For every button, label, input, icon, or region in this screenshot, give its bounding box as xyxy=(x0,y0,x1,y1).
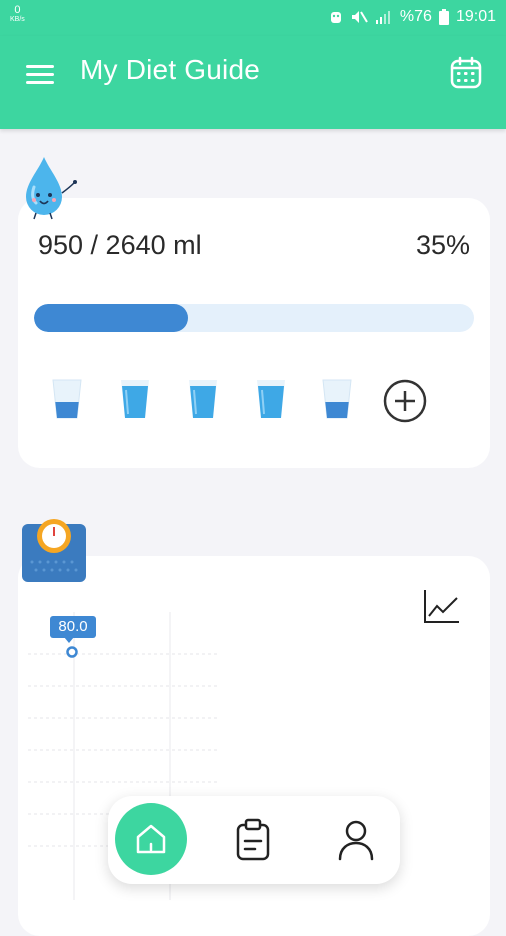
water-glass-3[interactable] xyxy=(186,378,220,420)
network-speed: 0 KB/s xyxy=(10,5,25,25)
water-tracker-card: 950 / 2640 ml 35% xyxy=(18,198,490,468)
app-title: My Diet Guide xyxy=(80,54,260,85)
mute-icon xyxy=(351,11,368,23)
battery-percent: %76 xyxy=(399,8,432,25)
weight-value-label: 80.0 xyxy=(50,616,96,638)
weight-label-pointer xyxy=(64,637,74,643)
line-chart-icon[interactable] xyxy=(423,588,461,624)
notification-icon xyxy=(330,12,341,23)
water-glass-4[interactable] xyxy=(254,378,288,420)
menu-icon[interactable] xyxy=(26,65,54,85)
water-drop-mascot xyxy=(26,157,77,220)
water-glass-5[interactable] xyxy=(320,378,354,420)
bottom-navigation xyxy=(108,796,400,884)
water-progress-fill xyxy=(34,304,188,332)
water-amount: 950 / 2640 ml xyxy=(38,230,202,260)
nav-home-button[interactable] xyxy=(115,803,187,875)
water-glass-2[interactable] xyxy=(118,378,152,420)
network-speed-unit: KB/s xyxy=(10,16,25,23)
clock: 19:01 xyxy=(455,8,496,25)
home-icon xyxy=(136,824,166,854)
battery-icon xyxy=(438,9,449,25)
water-glass-1[interactable] xyxy=(50,378,84,420)
water-progress-bar xyxy=(34,304,474,332)
add-circle-icon[interactable] xyxy=(383,379,427,423)
weight-data-point xyxy=(66,646,78,658)
status-bar: 0 KB/s %76 19:01 xyxy=(0,0,506,36)
status-icons: %76 19:01 xyxy=(329,8,496,26)
clipboard-icon[interactable] xyxy=(233,818,273,862)
app-bar: My Diet Guide xyxy=(0,36,506,129)
person-icon[interactable] xyxy=(336,818,376,862)
weight-scale-icon xyxy=(22,519,86,582)
water-percent: 35% xyxy=(415,230,470,260)
signal-icon xyxy=(375,11,390,24)
calendar-icon[interactable] xyxy=(449,56,483,90)
